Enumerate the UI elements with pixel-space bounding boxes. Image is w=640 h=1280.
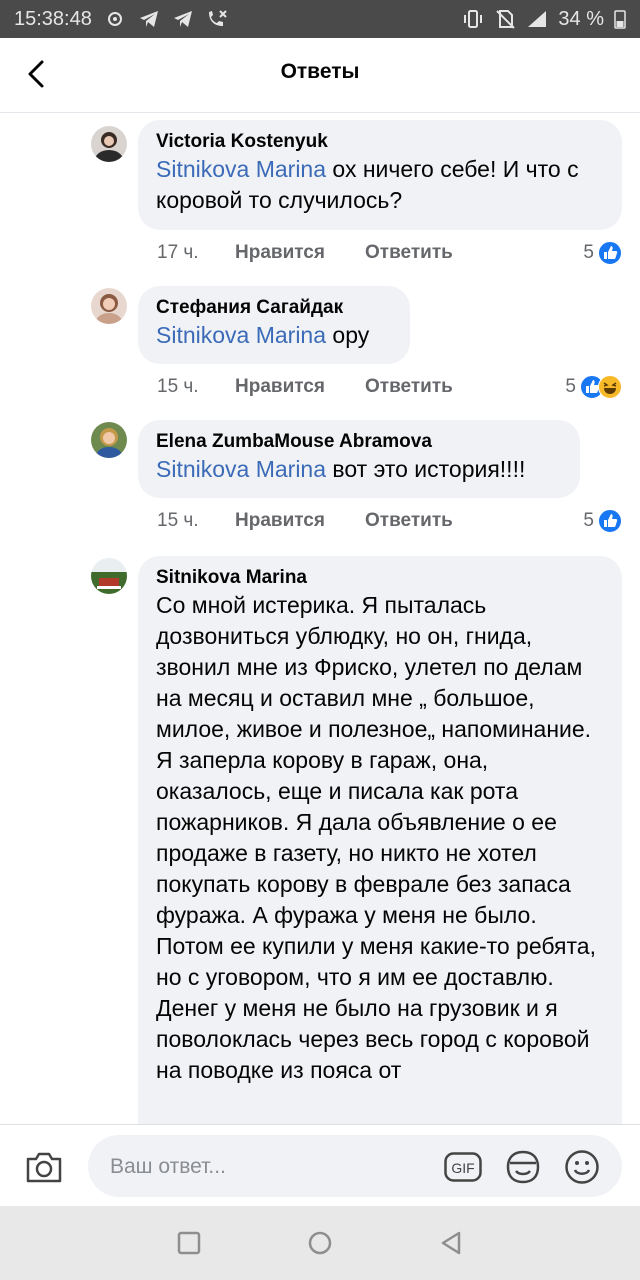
square-icon	[177, 1231, 201, 1255]
comment-time: 15 ч.	[157, 510, 199, 531]
svg-text:GIF: GIF	[451, 1160, 474, 1176]
sticker-icon	[506, 1150, 540, 1184]
system-back-button[interactable]	[438, 1230, 464, 1256]
reactions[interactable]: 5	[583, 238, 622, 268]
telegram-icon	[172, 9, 194, 29]
status-bar: 15:38:48 34 %	[0, 0, 640, 38]
reactions[interactable]: 5	[565, 372, 622, 402]
status-time: 15:38:48	[14, 7, 92, 30]
mention-link[interactable]: Sitnikova Marina	[156, 322, 326, 348]
reply-composer: GIF	[0, 1124, 640, 1207]
reaction-count: 5	[583, 510, 594, 531]
telegram-icon	[138, 9, 160, 29]
comment-bubble[interactable]: Стефания Сагайдак Sitnikova Marina ору	[138, 286, 410, 364]
reaction-count: 5	[565, 376, 576, 397]
avatar[interactable]	[91, 422, 127, 458]
reply-input[interactable]	[108, 1149, 412, 1185]
comment-text: Sitnikova Marina ох ничего себе! И что с…	[156, 156, 579, 213]
like-reaction-icon	[598, 241, 622, 265]
no-sim-icon	[494, 9, 516, 29]
system-nav-bar	[0, 1206, 640, 1280]
emoji-button[interactable]	[564, 1149, 600, 1185]
smiley-icon	[565, 1150, 599, 1184]
comment-author[interactable]: Sitnikova Marina	[156, 566, 604, 590]
reply-button[interactable]: Ответить	[365, 376, 453, 398]
comment-time: 17 ч.	[157, 242, 199, 263]
comment-bubble[interactable]: Victoria Kostenyuk Sitnikova Marina ох н…	[138, 120, 622, 230]
comment-author[interactable]: Elena ZumbaMouse Abramova	[156, 430, 562, 454]
gif-icon: GIF	[444, 1152, 482, 1182]
like-button[interactable]: Нравится	[235, 510, 365, 532]
reaction-count: 5	[583, 242, 594, 263]
reply-button[interactable]: Ответить	[365, 242, 453, 264]
sticker-button[interactable]	[504, 1149, 542, 1185]
home-button[interactable]	[307, 1230, 333, 1256]
triangle-back-icon	[441, 1231, 461, 1255]
comment-text: Со мной истерика. Я пыталась дозвониться…	[156, 592, 596, 1083]
comment-actions: 15 ч. Нравится Ответить	[157, 372, 453, 402]
vpn-icon	[104, 9, 126, 29]
comment-author[interactable]: Стефания Сагайдак	[156, 296, 392, 320]
haha-reaction-icon	[598, 375, 622, 399]
reply-input-container[interactable]: GIF	[88, 1135, 622, 1197]
comment-bubble[interactable]: Sitnikova Marina Со мной истерика. Я пыт…	[138, 556, 622, 1136]
avatar[interactable]	[91, 558, 127, 594]
battery-icon	[614, 9, 626, 29]
reactions[interactable]: 5	[583, 506, 622, 536]
comment-text: Sitnikova Marina вот это история!!!!	[156, 456, 526, 482]
vibrate-icon	[462, 9, 484, 29]
comment-actions: 17 ч. Нравится Ответить	[157, 238, 453, 268]
battery-percent: 34 %	[558, 7, 604, 30]
mention-link[interactable]: Sitnikova Marina	[156, 456, 326, 482]
gif-button[interactable]: GIF	[444, 1152, 482, 1182]
like-button[interactable]: Нравится	[235, 242, 365, 264]
camera-icon	[26, 1152, 62, 1183]
circle-icon	[308, 1231, 332, 1255]
page-title: Ответы	[280, 60, 360, 83]
avatar[interactable]	[91, 126, 127, 162]
missed-call-icon	[206, 9, 228, 29]
comment-bubble[interactable]: Elena ZumbaMouse Abramova Sitnikova Mari…	[138, 420, 580, 498]
like-reaction-icon	[598, 509, 622, 533]
reply-button[interactable]: Ответить	[365, 510, 453, 532]
camera-button[interactable]	[24, 1149, 64, 1185]
signal-icon	[526, 9, 548, 29]
mention-link[interactable]: Sitnikova Marina	[156, 156, 326, 182]
comment-text: Sitnikova Marina ору	[156, 322, 370, 348]
header: Ответы	[0, 38, 640, 113]
recents-button[interactable]	[176, 1230, 202, 1256]
like-button[interactable]: Нравится	[235, 376, 365, 398]
avatar[interactable]	[91, 288, 127, 324]
comment-author[interactable]: Victoria Kostenyuk	[156, 130, 604, 154]
comment-actions: 15 ч. Нравится Ответить	[157, 506, 453, 536]
comment-time: 15 ч.	[157, 376, 199, 397]
